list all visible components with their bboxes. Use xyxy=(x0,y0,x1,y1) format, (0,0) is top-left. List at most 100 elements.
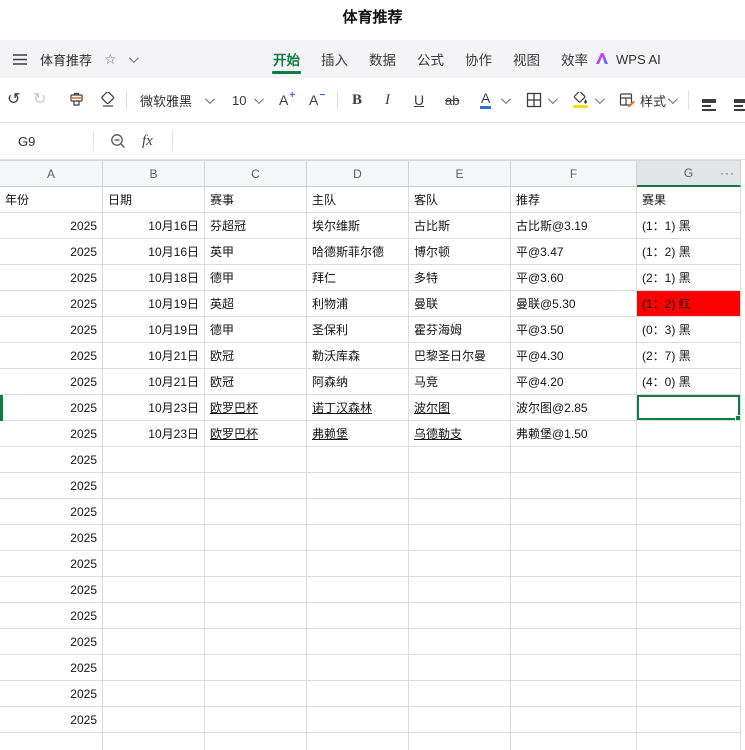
cell-away-team[interactable] xyxy=(409,551,511,577)
cell-event[interactable] xyxy=(205,473,307,499)
cell-result-selected[interactable] xyxy=(637,395,741,421)
cell-date[interactable] xyxy=(103,707,205,733)
cell-tip[interactable] xyxy=(511,603,637,629)
cell-year[interactable]: 2025 xyxy=(0,291,103,317)
cell-date[interactable] xyxy=(103,655,205,681)
cell-tip[interactable] xyxy=(511,629,637,655)
cell-result[interactable] xyxy=(637,629,741,655)
cell-date[interactable]: 10月18日 xyxy=(103,265,205,291)
cell-home-team[interactable]: 圣保利 xyxy=(307,317,409,343)
more-columns-button[interactable]: ··· xyxy=(720,166,735,180)
column-header-F[interactable]: F xyxy=(511,161,637,187)
cell-home-team[interactable] xyxy=(307,681,409,707)
cell-event[interactable] xyxy=(205,525,307,551)
cell-style-button[interactable]: 样式 xyxy=(619,78,666,122)
column-header-A[interactable]: A xyxy=(0,161,103,187)
cell-away-team[interactable] xyxy=(409,655,511,681)
tab-1[interactable]: 插入 xyxy=(320,39,349,79)
cell-result[interactable] xyxy=(637,473,741,499)
cell-event[interactable]: 芬超冠 xyxy=(205,213,307,239)
cell-home-team[interactable]: 阿森纳 xyxy=(307,369,409,395)
cell-tip[interactable]: 平@4.30 xyxy=(511,343,637,369)
cell-date[interactable]: 10月16日 xyxy=(103,239,205,265)
cell-tip[interactable]: 弗赖堡@1.50 xyxy=(511,421,637,447)
cell-home-team[interactable]: 勒沃库森 xyxy=(307,343,409,369)
align-center-button[interactable] xyxy=(734,78,745,122)
cell-away-team[interactable]: 博尔顿 xyxy=(409,239,511,265)
cell-tip[interactable]: 古比斯@3.19 xyxy=(511,213,637,239)
star-icon[interactable]: ☆ xyxy=(104,52,117,66)
cell-tip[interactable] xyxy=(511,447,637,473)
cell-home-team[interactable] xyxy=(307,577,409,603)
cell-event[interactable] xyxy=(205,629,307,655)
cell-date[interactable]: 10月21日 xyxy=(103,343,205,369)
strikethrough-button[interactable]: ab xyxy=(445,78,459,122)
column-title-cell[interactable]: 客队 xyxy=(409,187,511,213)
cell-event[interactable] xyxy=(205,499,307,525)
cell-event[interactable] xyxy=(205,733,307,750)
cell-date[interactable]: 10月19日 xyxy=(103,291,205,317)
column-header-E[interactable]: E xyxy=(409,161,511,187)
cell-date[interactable] xyxy=(103,499,205,525)
cell-year[interactable]: 2025 xyxy=(0,421,103,447)
column-title-cell[interactable]: 赛果 xyxy=(637,187,741,213)
cell-year[interactable]: 2025 xyxy=(0,577,103,603)
cell-date[interactable] xyxy=(103,473,205,499)
search-minus-icon[interactable] xyxy=(110,123,127,159)
cell-date[interactable]: 10月19日 xyxy=(103,317,205,343)
fill-color-chevron-icon[interactable] xyxy=(595,78,602,122)
cell-tip[interactable] xyxy=(511,655,637,681)
cell-tip[interactable] xyxy=(511,681,637,707)
cell-away-team[interactable] xyxy=(409,577,511,603)
cell-event[interactable] xyxy=(205,577,307,603)
cell-home-team[interactable]: 弗赖堡 xyxy=(307,421,409,447)
column-header-B[interactable]: B xyxy=(103,161,205,187)
cell-year[interactable] xyxy=(0,733,103,750)
cell-result[interactable]: (4：0) 黑 xyxy=(637,369,741,395)
chevron-down-icon[interactable] xyxy=(129,53,139,63)
cell-tip[interactable]: 平@3.50 xyxy=(511,317,637,343)
cell-event[interactable]: 英超 xyxy=(205,291,307,317)
cell-home-team[interactable] xyxy=(307,603,409,629)
cell-away-team[interactable]: 曼联 xyxy=(409,291,511,317)
cell-home-team[interactable]: 埃尔维斯 xyxy=(307,213,409,239)
align-left-button[interactable] xyxy=(702,78,716,122)
cell-result[interactable] xyxy=(637,525,741,551)
cell-away-team[interactable]: 古比斯 xyxy=(409,213,511,239)
tab-3[interactable]: 公式 xyxy=(416,39,445,79)
cell-result[interactable] xyxy=(637,447,741,473)
cell-result[interactable] xyxy=(637,681,741,707)
cell-date[interactable]: 10月21日 xyxy=(103,369,205,395)
borders-button[interactable] xyxy=(526,78,542,122)
formula-input[interactable] xyxy=(185,123,745,159)
cell-event[interactable]: 德甲 xyxy=(205,317,307,343)
cell-year[interactable]: 2025 xyxy=(0,499,103,525)
cell-result[interactable]: (2：7) 黑 xyxy=(637,343,741,369)
tab-0[interactable]: 开始 xyxy=(272,39,301,79)
cell-home-team[interactable] xyxy=(307,525,409,551)
wps-ai-button[interactable]: WPS AI xyxy=(594,40,661,78)
cell-away-team[interactable]: 马竞 xyxy=(409,369,511,395)
tab-2[interactable]: 数据 xyxy=(368,39,397,79)
cell-year[interactable]: 2025 xyxy=(0,447,103,473)
redo-button[interactable]: ↻ xyxy=(33,78,46,122)
cell-date[interactable]: 10月23日 xyxy=(103,421,205,447)
cell-away-team[interactable] xyxy=(409,603,511,629)
cell-away-team[interactable] xyxy=(409,707,511,733)
cell-away-team[interactable] xyxy=(409,733,511,750)
hamburger-icon[interactable] xyxy=(12,53,28,66)
cell-result[interactable]: (1：2) 黑 xyxy=(637,239,741,265)
cell-tip[interactable] xyxy=(511,473,637,499)
cell-result[interactable] xyxy=(637,499,741,525)
cell-year[interactable]: 2025 xyxy=(0,213,103,239)
column-title-cell[interactable]: 主队 xyxy=(307,187,409,213)
cell-event[interactable]: 欧罗巴杯 xyxy=(205,421,307,447)
cell-away-team[interactable] xyxy=(409,473,511,499)
cell-year[interactable]: 2025 xyxy=(0,265,103,291)
cell-result[interactable]: (0：3) 黑 xyxy=(637,317,741,343)
cell-event[interactable] xyxy=(205,447,307,473)
cell-result[interactable] xyxy=(637,603,741,629)
cell-home-team[interactable] xyxy=(307,473,409,499)
cell-result[interactable] xyxy=(637,707,741,733)
cell-year[interactable]: 2025 xyxy=(0,707,103,733)
